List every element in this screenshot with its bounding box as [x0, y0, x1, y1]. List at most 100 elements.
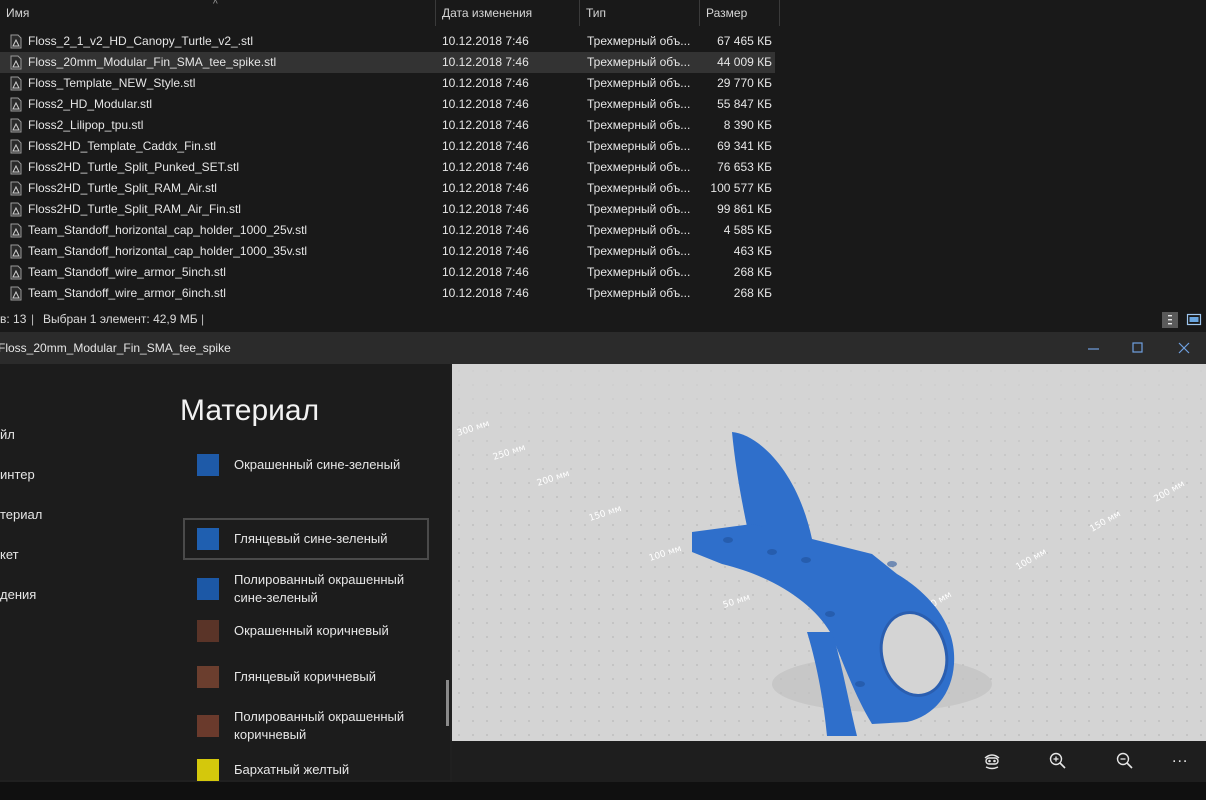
material-item[interactable]: Глянцевый сине-зеленый — [183, 518, 429, 560]
file-date: 10.12.2018 7:46 — [442, 286, 529, 300]
material-swatch — [197, 454, 219, 476]
column-name[interactable]: Имя ^ — [0, 0, 436, 26]
file-name: Floss2_Lilipop_tpu.stl — [28, 118, 144, 132]
file-name: Floss2HD_Turtle_Split_RAM_Air_Fin.stl — [28, 202, 241, 216]
maximize-icon[interactable] — [1130, 340, 1146, 356]
file-name: Team_Standoff_horizontal_cap_holder_1000… — [28, 244, 308, 258]
3d-scene[interactable]: 300 мм 250 мм 200 мм 150 мм 100 мм 50 мм… — [452, 364, 1206, 741]
file-name: Team_Standoff_wire_armor_5inch.stl — [28, 265, 226, 279]
side-panel: йл интер териал кет дения Материал Окраш… — [0, 364, 450, 781]
file-date: 10.12.2018 7:46 — [442, 202, 529, 216]
material-item[interactable]: Полированный окрашенный сине-зеленый — [183, 567, 429, 611]
file-row[interactable]: Floss2HD_Template_Caddx_Fin.stl 10.12.201… — [0, 136, 780, 157]
status-separator: | — [31, 312, 35, 326]
nav-item-printer[interactable]: интер — [0, 467, 35, 482]
nav-item-file[interactable]: йл — [0, 427, 15, 442]
large-icons-view-icon[interactable] — [1186, 312, 1202, 328]
file-date: 10.12.2018 7:46 — [442, 55, 529, 69]
file-row[interactable]: Floss2_Lilipop_tpu.stl 10.12.2018 7:46 Тре… — [0, 115, 780, 136]
stl-file-icon — [9, 286, 23, 301]
file-name: Floss2HD_Turtle_Split_RAM_Air.stl — [28, 181, 217, 195]
selection-info: Выбран 1 элемент: 42,9 МБ — [43, 312, 198, 326]
file-name: Team_Standoff_horizontal_cap_holder_1000… — [28, 223, 308, 237]
stl-file-icon — [9, 160, 23, 175]
file-name: Floss_Template_NEW_Style.stl — [28, 76, 196, 90]
close-icon[interactable] — [1176, 340, 1192, 356]
zoom-out-icon[interactable] — [1115, 751, 1135, 771]
material-swatch — [197, 715, 219, 737]
file-row[interactable]: Team_Standoff_wire_armor_6inch.stl 10.12.… — [0, 283, 780, 304]
title-bar: Floss_20mm_Modular_Fin_SMA_tee_spike — [0, 332, 1206, 364]
file-type: Трехмерный объ... — [587, 286, 691, 300]
file-size: 4 585 КБ — [723, 223, 772, 237]
stl-file-icon — [9, 202, 23, 217]
file-size: 69 341 КБ — [717, 139, 772, 153]
file-size: 55 847 КБ — [717, 97, 772, 111]
file-list: Floss_2_1_v2_HD_Canopy_Turtle_v2_.stl 10.… — [0, 31, 780, 304]
material-item[interactable]: Глянцевый коричневый — [183, 661, 429, 693]
material-item[interactable]: Полированный окрашенный коричневый — [183, 704, 429, 748]
file-row[interactable]: Floss2HD_Turtle_Split_Punked_SET.stl 10.1… — [0, 157, 780, 178]
file-type: Трехмерный объ... — [587, 55, 691, 69]
file-size: 76 653 КБ — [717, 160, 772, 174]
column-date[interactable]: Дата изменения — [436, 0, 580, 26]
item-count: в: 13 — [0, 312, 27, 326]
file-row[interactable]: Floss2_HD_Modular.stl 10.12.2018 7:46 Трех… — [0, 94, 780, 115]
stl-file-icon — [9, 97, 23, 112]
file-type: Трехмерный объ... — [587, 202, 691, 216]
file-type: Трехмерный объ... — [587, 118, 691, 132]
stl-file-icon — [9, 244, 23, 259]
file-date: 10.12.2018 7:46 — [442, 118, 529, 132]
file-size: 268 КБ — [733, 286, 772, 300]
file-date: 10.12.2018 7:46 — [442, 34, 529, 48]
file-size: 100 577 КБ — [710, 181, 772, 195]
stl-file-icon — [9, 181, 23, 196]
file-date: 10.12.2018 7:46 — [442, 139, 529, 153]
column-size[interactable]: Размер — [700, 0, 780, 26]
file-date: 10.12.2018 7:46 — [442, 97, 529, 111]
material-item[interactable]: Окрашенный сине-зеленый — [183, 449, 429, 481]
material-item[interactable]: Окрашенный коричневый — [183, 615, 429, 647]
file-row[interactable]: Team_Standoff_horizontal_cap_holder_1000… — [0, 220, 780, 241]
zoom-in-icon[interactable] — [1048, 751, 1068, 771]
file-size: 29 770 КБ — [717, 76, 772, 90]
panel-title: Материал — [180, 394, 320, 427]
file-date: 10.12.2018 7:46 — [442, 223, 529, 237]
file-explorer: Имя ^ Дата изменения Тип Размер Floss_2_… — [0, 0, 1206, 332]
file-size: 463 КБ — [733, 244, 772, 258]
mixed-reality-icon[interactable] — [982, 751, 1002, 771]
stl-file-icon — [9, 55, 23, 70]
minimize-icon[interactable] — [1086, 340, 1102, 356]
column-type[interactable]: Тип — [580, 0, 700, 26]
file-row[interactable]: Floss_Template_NEW_Style.stl 10.12.2018 7… — [0, 73, 780, 94]
file-size: 8 390 КБ — [723, 118, 772, 132]
3d-viewer-window: Floss_20mm_Modular_Fin_SMA_tee_spike йл … — [0, 332, 1206, 800]
file-row[interactable]: Team_Standoff_horizontal_cap_holder_1000… — [0, 241, 780, 262]
file-date: 10.12.2018 7:46 — [442, 76, 529, 90]
sort-arrow-icon: ^ — [213, 0, 218, 10]
file-row[interactable]: Team_Standoff_wire_armor_5inch.stl 10.12.… — [0, 262, 780, 283]
nav-item-material[interactable]: териал — [0, 507, 42, 522]
file-type: Трехмерный объ... — [587, 97, 691, 111]
details-view-icon[interactable] — [1162, 312, 1178, 328]
material-swatch — [197, 528, 219, 550]
window-title: Floss_20mm_Modular_Fin_SMA_tee_spike — [0, 341, 231, 355]
status-separator: | — [201, 312, 205, 326]
file-row[interactable]: Floss2HD_Turtle_Split_RAM_Air.stl 10.12.2… — [0, 178, 780, 199]
stl-file-icon — [9, 223, 23, 238]
file-name: Floss2HD_Template_Caddx_Fin.stl — [28, 139, 217, 153]
nav-item-info[interactable]: дения — [0, 587, 36, 602]
viewer-toolbar: ... — [452, 741, 1206, 782]
file-row[interactable]: Floss_20mm_Modular_Fin_SMA_tee_spike.stl… — [0, 52, 775, 73]
more-options-button[interactable]: ... — [1172, 749, 1196, 769]
material-swatch — [197, 620, 219, 642]
scrollbar-thumb[interactable] — [446, 680, 449, 726]
file-row[interactable]: Floss2HD_Turtle_Split_RAM_Air_Fin.stl 10.… — [0, 199, 780, 220]
file-date: 10.12.2018 7:46 — [442, 181, 529, 195]
stl-file-icon — [9, 118, 23, 133]
file-type: Трехмерный объ... — [587, 265, 691, 279]
nav-item-package[interactable]: кет — [0, 547, 19, 562]
taskbar — [0, 782, 1206, 800]
file-size: 67 465 КБ — [717, 34, 772, 48]
file-row[interactable]: Floss_2_1_v2_HD_Canopy_Turtle_v2_.stl 10.… — [0, 31, 780, 52]
